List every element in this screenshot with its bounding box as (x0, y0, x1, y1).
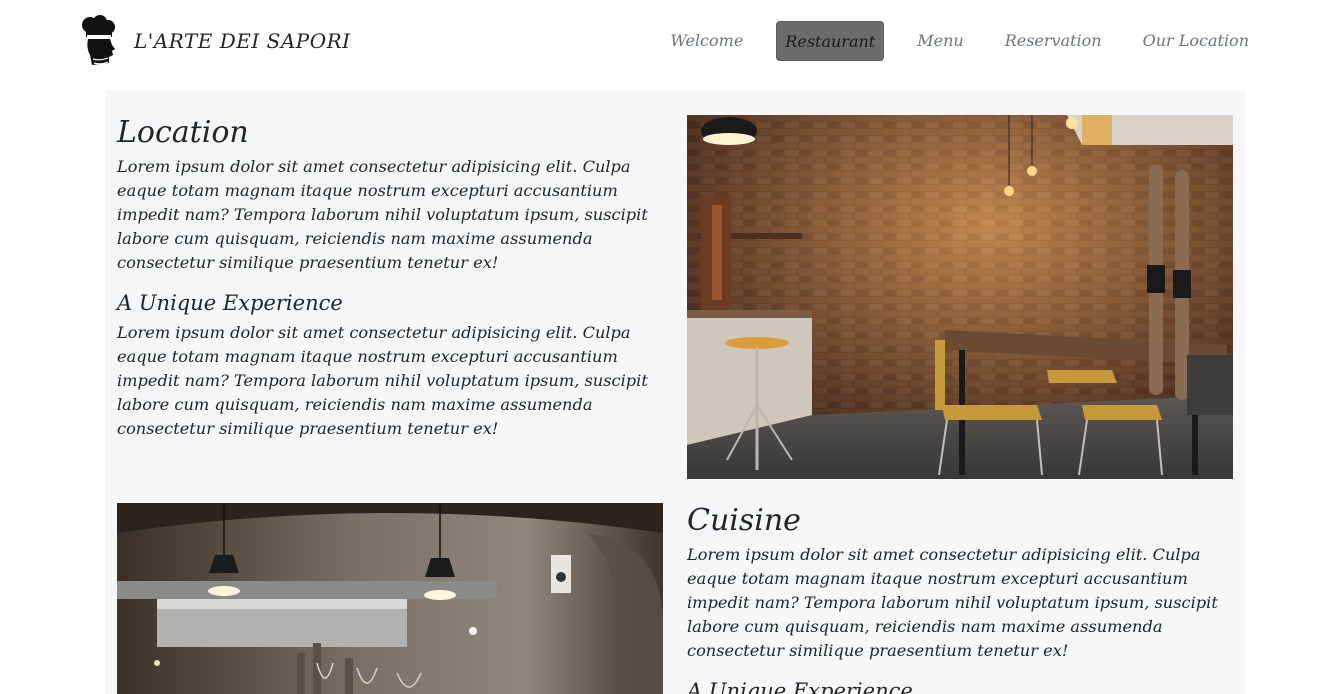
brand-name: L'ARTE DEI SAPORI (134, 29, 351, 53)
content-container: Location Lorem ipsum dolor sit amet cons… (105, 91, 1245, 694)
chef-hat-logo-icon (82, 15, 115, 65)
cuisine-row: Cuisine Lorem ipsum dolor sit amet conse… (117, 503, 1233, 694)
restaurant-interior-image (687, 115, 1233, 479)
location-title: Location (117, 115, 249, 150)
cuisine-text-column: Cuisine Lorem ipsum dolor sit amet conse… (687, 503, 1233, 694)
cuisine-title: Cuisine (687, 503, 801, 538)
location-paragraph: Lorem ipsum dolor sit amet consectetur a… (117, 157, 648, 272)
cuisine-paragraph: Lorem ipsum dolor sit amet consectetur a… (687, 545, 1218, 660)
nav-links: Welcome Restaurant Menu Reservation Our … (637, 21, 1257, 61)
restaurant-kitchen-image (117, 503, 663, 694)
nav-link-welcome[interactable]: Welcome (662, 21, 751, 61)
navbar: L'ARTE DEI SAPORI Welcome Restaurant Men… (0, 0, 1343, 82)
location-row: Location Lorem ipsum dolor sit amet cons… (117, 115, 1233, 479)
nav-link-our-location[interactable]: Our Location (1135, 21, 1257, 61)
nav-link-restaurant[interactable]: Restaurant (776, 21, 885, 61)
location-subtitle: A Unique Experience (117, 291, 343, 315)
location-subparagraph: Lorem ipsum dolor sit amet consectetur a… (117, 323, 648, 438)
brand-link[interactable]: L'ARTE DEI SAPORI (78, 15, 351, 67)
location-text-column: Location Lorem ipsum dolor sit amet cons… (117, 115, 663, 441)
nav-link-menu[interactable]: Menu (909, 21, 971, 61)
nav-link-reservation[interactable]: Reservation (997, 21, 1110, 61)
cuisine-subtitle: A Unique Experience (687, 679, 913, 694)
